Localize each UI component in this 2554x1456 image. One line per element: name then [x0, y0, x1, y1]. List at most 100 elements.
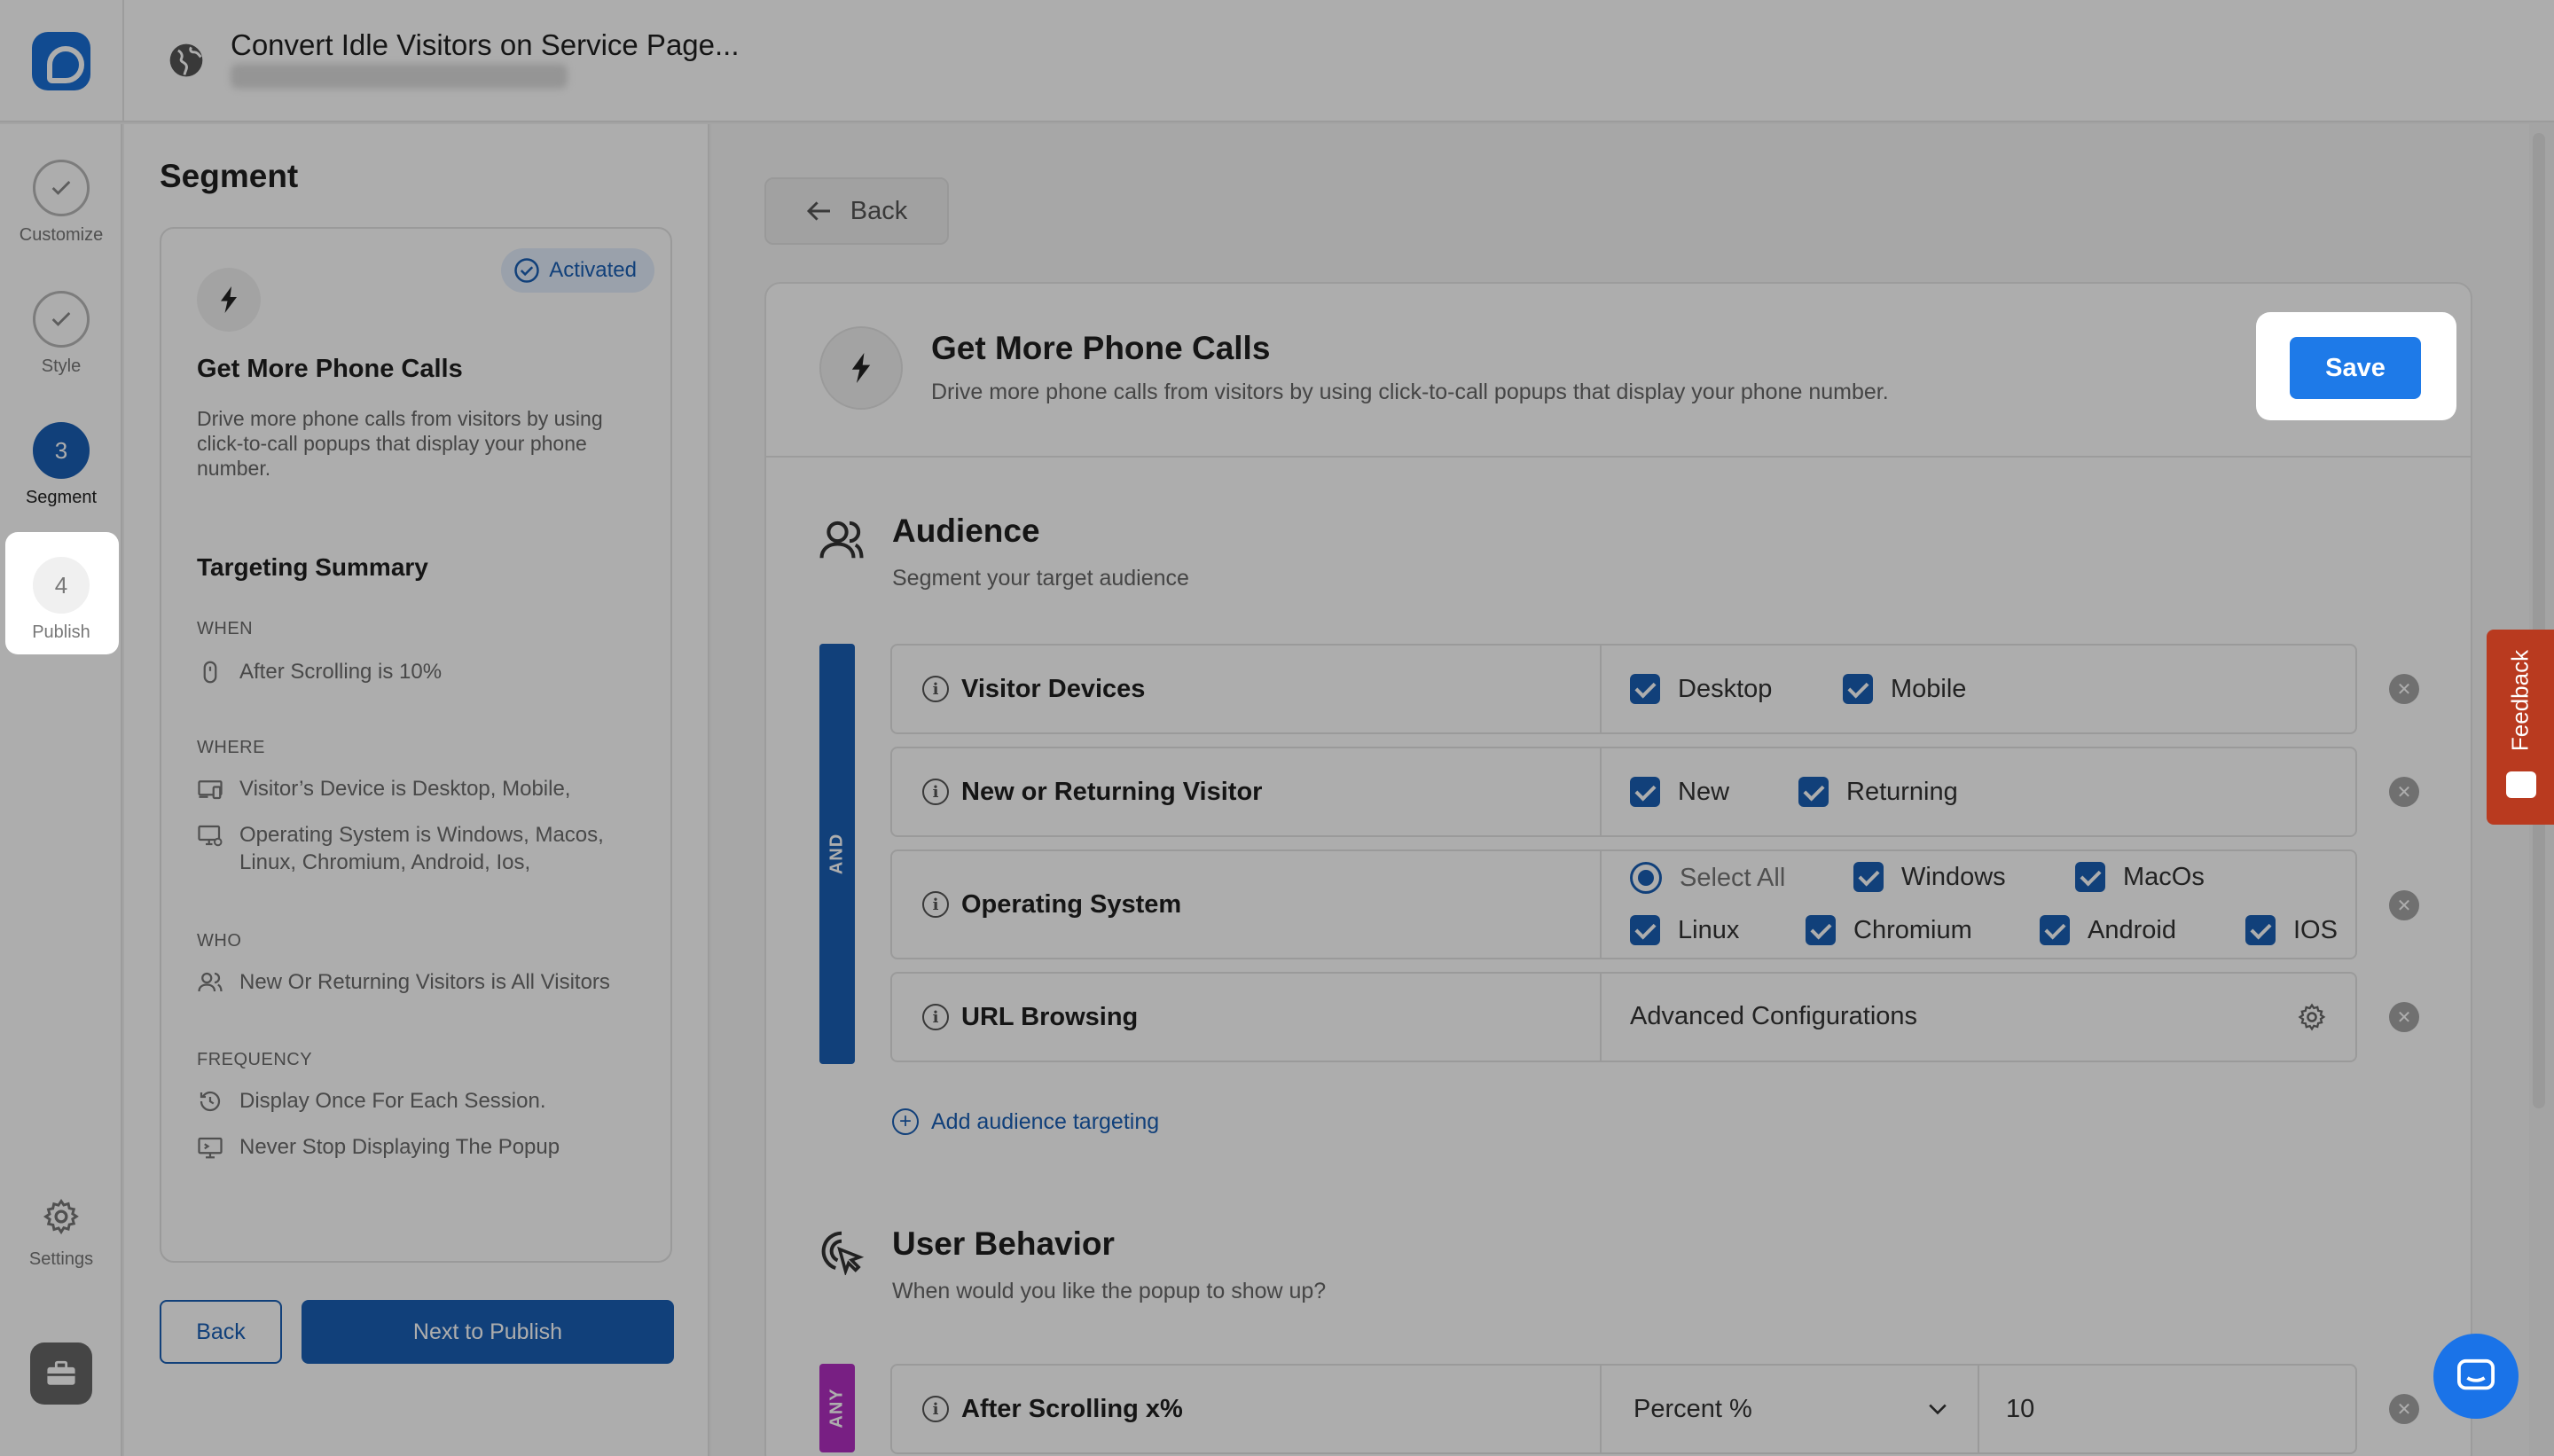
option-macos[interactable]: MacOs — [2075, 862, 2205, 892]
user-behavior-title: User Behavior — [892, 1225, 1115, 1262]
option-mobile[interactable]: Mobile — [1843, 674, 1966, 704]
add-targeting-label: Add audience targeting — [931, 1108, 1160, 1134]
checkbox-checked[interactable] — [1843, 674, 1873, 704]
gear-icon — [43, 1198, 79, 1235]
radio-selected[interactable] — [1630, 862, 1662, 894]
audience-icon — [819, 521, 864, 559]
option-label: Mobile — [1891, 674, 1967, 703]
url-config-field[interactable]: Advanced Configurations — [1603, 974, 2355, 1061]
gear-icon[interactable] — [2297, 1002, 2327, 1032]
option-linux[interactable]: Linux — [1630, 915, 1739, 945]
summary-item: After Scrolling is 10% — [197, 658, 658, 685]
remove-rule-icon[interactable]: ✕ — [2389, 777, 2419, 807]
info-icon[interactable]: i — [922, 676, 949, 702]
save-button[interactable]: Save — [2290, 337, 2421, 399]
remove-rule-icon[interactable]: ✕ — [2389, 890, 2419, 920]
option-android[interactable]: Android — [2040, 915, 2176, 945]
header-divider — [122, 0, 124, 122]
step-label: Customize — [19, 225, 104, 245]
summary-item: Display Once For Each Session. — [197, 1087, 658, 1115]
checkbox-checked[interactable] — [1806, 915, 1836, 945]
option-chromium[interactable]: Chromium — [1806, 915, 1972, 945]
save-highlight: Save — [2256, 312, 2456, 420]
rule-visitor-devices: i Visitor Devices Desktop Mobile — [890, 644, 2357, 734]
cursor-target-icon — [821, 1231, 865, 1275]
scrollbar[interactable] — [2533, 133, 2545, 1108]
step-customize[interactable]: Customize — [0, 160, 122, 246]
option-new[interactable]: New — [1630, 777, 1729, 807]
checkbox-checked[interactable] — [1853, 862, 1884, 892]
option-ios[interactable]: IOS — [2245, 915, 2338, 945]
checkbox-checked[interactable] — [1630, 777, 1660, 807]
check-icon — [33, 291, 90, 348]
option-select-all[interactable]: Select All — [1630, 862, 1785, 894]
scroll-value-input[interactable]: 10 — [2006, 1366, 2034, 1452]
main-back-button[interactable]: Back — [764, 177, 949, 245]
info-icon[interactable]: i — [922, 1004, 949, 1030]
step-style[interactable]: Style — [0, 291, 122, 377]
unit-select[interactable]: Percent % — [1603, 1366, 1979, 1452]
summary-group-label: FREQUENCY — [197, 1050, 313, 1069]
feedback-tab[interactable]: Feedback — [2487, 630, 2554, 825]
add-audience-targeting-link[interactable]: + Add audience targeting — [892, 1108, 1159, 1135]
option-label: Android — [2088, 915, 2176, 944]
audience-title: Audience — [892, 513, 1040, 549]
segment-panel: Segment Activated Get More Phone Calls D… — [124, 124, 709, 1456]
step-segment[interactable]: 3 Segment — [0, 422, 122, 508]
summary-text: Visitor’s Device is Desktop, Mobile, — [239, 777, 571, 801]
step-publish[interactable]: 4 Publish — [0, 557, 122, 643]
rule-new-returning: i New or Returning Visitor New Returning — [890, 747, 2357, 837]
settings-nav[interactable]: Settings — [0, 1197, 122, 1270]
rule-label: Visitor Devices — [961, 674, 1146, 703]
goal-description: Drive more phone calls from visitors by … — [931, 380, 1889, 404]
option-label: New — [1678, 777, 1730, 806]
briefcase-icon[interactable] — [30, 1342, 92, 1405]
bolt-icon — [197, 268, 261, 332]
settings-label: Settings — [28, 1249, 94, 1269]
rule-name: i URL Browsing — [892, 974, 1602, 1061]
feedback-icon — [2506, 771, 2536, 798]
globe-icon — [169, 43, 203, 77]
checkbox-checked[interactable] — [1630, 674, 1660, 704]
checkbox-checked[interactable] — [2245, 915, 2276, 945]
and-operator[interactable]: AND — [819, 644, 855, 1064]
remove-rule-icon[interactable]: ✕ — [2389, 1002, 2419, 1032]
plus-circle-icon: + — [892, 1108, 919, 1135]
summary-group-label: WHEN — [197, 619, 254, 638]
rule-options: Desktop Mobile — [1603, 646, 2355, 732]
back-button[interactable]: Back — [160, 1300, 282, 1364]
rule-label: After Scrolling x% — [961, 1394, 1183, 1423]
rule-operating-system: i Operating System Select All Windows Ma… — [890, 849, 2357, 959]
unit-select-value: Percent % — [1633, 1394, 1752, 1423]
option-label: MacOs — [2123, 862, 2205, 891]
chat-launcher-icon[interactable] — [2433, 1334, 2519, 1419]
remove-rule-icon[interactable]: ✕ — [2389, 1394, 2419, 1424]
info-icon[interactable]: i — [922, 1396, 949, 1422]
option-windows[interactable]: Windows — [1853, 862, 2006, 892]
checkbox-checked[interactable] — [1798, 777, 1829, 807]
card-description: Drive more phone calls from visitors by … — [197, 407, 603, 480]
url-config-value: Advanced Configurations — [1630, 1002, 1918, 1030]
info-icon[interactable]: i — [922, 891, 949, 918]
rule-options: New Returning — [1603, 748, 2355, 835]
option-label: Chromium — [1853, 915, 1972, 944]
checkbox-checked[interactable] — [1630, 915, 1660, 945]
summary-text: Display Once For Each Session. — [239, 1089, 546, 1113]
goal-summary-card: Activated Get More Phone Calls Drive mor… — [160, 227, 672, 1263]
summary-group-label: WHO — [197, 931, 242, 951]
checkbox-checked[interactable] — [2040, 915, 2070, 945]
info-icon[interactable]: i — [922, 779, 949, 805]
logo-icon[interactable] — [32, 32, 90, 90]
checkbox-checked[interactable] — [2075, 862, 2105, 892]
chevron-down-icon — [1929, 1404, 1947, 1415]
next-to-publish-button[interactable]: Next to Publish — [302, 1300, 674, 1364]
option-desktop[interactable]: Desktop — [1630, 674, 1772, 704]
operator-label: ANY — [827, 1388, 847, 1429]
remove-rule-icon[interactable]: ✕ — [2389, 674, 2419, 704]
summary-text: New Or Returning Visitors is All Visitor… — [239, 970, 610, 994]
goal-title: Get More Phone Calls — [931, 330, 1271, 366]
any-operator[interactable]: ANY — [819, 1364, 855, 1452]
page-url-redacted — [231, 64, 568, 89]
option-returning[interactable]: Returning — [1798, 777, 1958, 807]
history-icon — [200, 1091, 221, 1112]
